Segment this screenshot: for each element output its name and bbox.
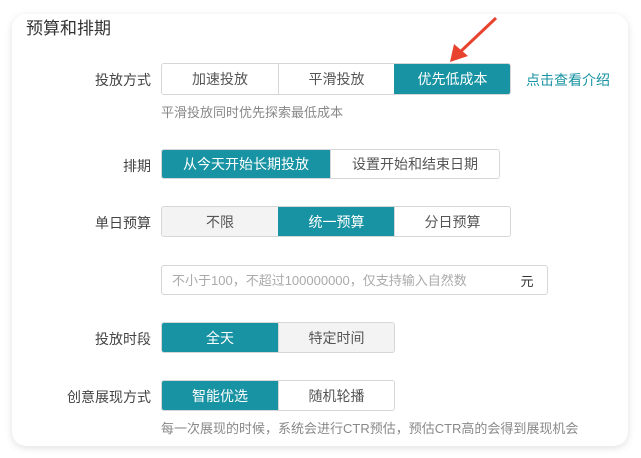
schedule-option-date-range[interactable]: 设置开始和结束日期 <box>330 150 499 178</box>
currency-unit: 元 <box>520 273 534 289</box>
schedule-selector: 从今天开始长期投放 设置开始和结束日期 <box>161 149 500 179</box>
budget-option-unified[interactable]: 统一预算 <box>278 207 394 236</box>
creative-label: 创意展现方式 <box>67 389 151 405</box>
budget-input[interactable] <box>172 272 507 288</box>
delivery-hint: 平滑投放同时优先探索最低成本 <box>161 105 344 120</box>
time-slot-option-all-day[interactable]: 全天 <box>162 323 278 352</box>
budget-label: 单日预算 <box>95 215 151 231</box>
section-title: 预算和排期 <box>26 19 111 38</box>
view-intro-link[interactable]: 点击查看介绍 <box>526 70 610 90</box>
delivery-option-low-cost[interactable]: 优先低成本 <box>394 64 510 94</box>
schedule-option-long-term[interactable]: 从今天开始长期投放 <box>162 150 330 178</box>
time-slot-selector: 全天 特定时间 <box>161 322 395 353</box>
annotation-arrow-icon <box>450 16 498 62</box>
delivery-label: 投放方式 <box>95 72 151 88</box>
creative-option-random[interactable]: 随机轮播 <box>278 381 394 410</box>
time-slot-label: 投放时段 <box>95 331 151 347</box>
budget-option-unlimited[interactable]: 不限 <box>162 207 278 236</box>
creative-option-smart[interactable]: 智能优选 <box>162 381 278 410</box>
budget-input-box: 元 <box>161 265 548 295</box>
delivery-mode-selector: 加速投放 平滑投放 优先低成本 <box>161 63 511 95</box>
creative-hint: 每一次展现的时候，系统会进行CTR预估，预估CTR高的会得到展现机会 <box>161 421 579 436</box>
time-slot-option-specific[interactable]: 特定时间 <box>278 323 394 352</box>
budget-selector: 不限 统一预算 分日预算 <box>161 206 511 237</box>
delivery-option-smooth[interactable]: 平滑投放 <box>278 64 394 94</box>
schedule-label: 排期 <box>123 158 151 174</box>
creative-display-selector: 智能优选 随机轮播 <box>161 380 395 411</box>
delivery-option-accelerate[interactable]: 加速投放 <box>162 64 278 94</box>
budget-option-daily[interactable]: 分日预算 <box>394 207 510 236</box>
